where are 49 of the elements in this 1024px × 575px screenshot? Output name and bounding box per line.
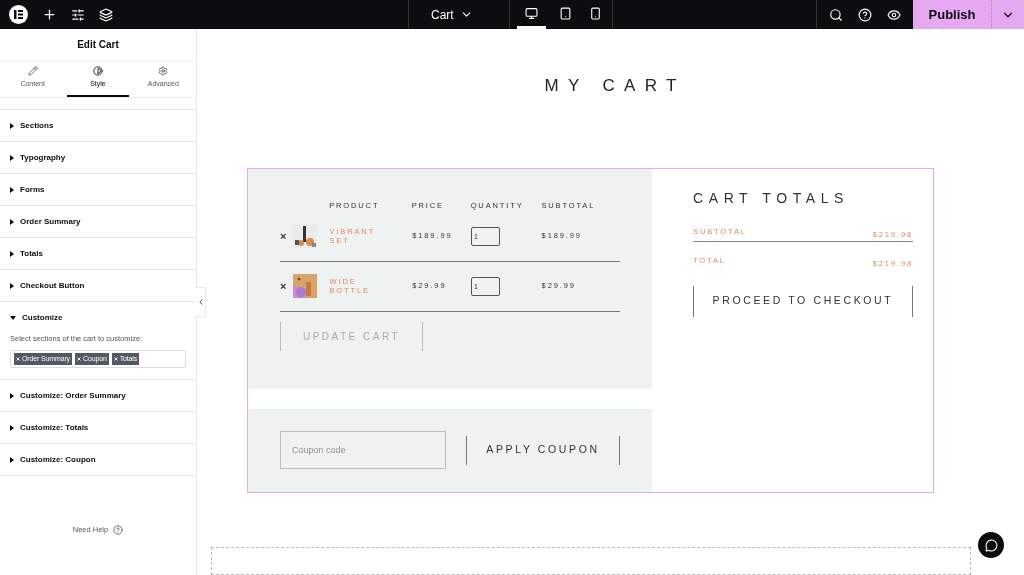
caret-right-icon [10,424,14,431]
tablet-icon [559,6,573,20]
totals-title: CART TOTALS [693,188,850,208]
gear-icon [158,66,169,77]
caret-right-icon [10,186,14,193]
remove-icon[interactable] [113,357,118,362]
section-header[interactable]: Totals [0,238,196,269]
section-header[interactable]: Customize: Order Summary [0,380,196,412]
section-header[interactable]: Typography [0,142,196,173]
document-dropdown[interactable]: Cart [431,5,473,24]
checkout-button[interactable]: PROCEED TO CHECKOUT [693,285,913,317]
chat-button[interactable] [978,532,1004,558]
logo-icon[interactable] [9,5,28,24]
caret-right-icon [10,154,14,161]
remove-icon[interactable] [76,357,81,362]
caret-right-icon [10,122,14,129]
caret-right-icon [10,282,14,289]
panel-title: Edit Cart [0,29,196,61]
eye-icon[interactable] [887,7,901,22]
remove-button[interactable]: × [280,277,293,295]
mobile-icon [588,6,602,20]
pencil-icon [27,66,38,77]
section-header[interactable]: Forms [0,174,196,205]
search-icon[interactable] [829,7,843,22]
section-header[interactable]: Customize: Totals [0,412,196,444]
caret-right-icon [10,392,14,399]
caret-right-icon [10,456,14,463]
remove-icon[interactable] [16,357,20,362]
section-header[interactable]: Checkout Button [0,270,196,301]
settings-icon[interactable] [71,7,85,22]
chat-icon [984,538,998,552]
section-header[interactable]: Customize: Coupon [0,444,196,476]
remove-button[interactable]: × [280,227,293,245]
layers-icon[interactable] [99,7,113,22]
publish-button[interactable]: Publish [913,0,991,29]
contrast-icon [93,66,103,77]
apply-coupon-button[interactable]: APPLY COUPON [466,435,620,465]
coupon-field[interactable]: Coupon code [280,431,447,469]
add-icon[interactable] [42,7,57,22]
page-title: MY CART [543,75,686,97]
collapse-handle[interactable] [196,287,206,317]
caret-right-icon [10,250,14,257]
caret-right-icon [10,218,14,225]
chevron-left-icon [198,299,203,305]
section-header[interactable]: Sections [0,110,196,141]
desktop-icon [525,6,539,20]
section-header[interactable]: Order Summary [0,206,196,237]
section-header[interactable]: Customize [0,302,196,333]
caret-down-icon [10,315,16,320]
